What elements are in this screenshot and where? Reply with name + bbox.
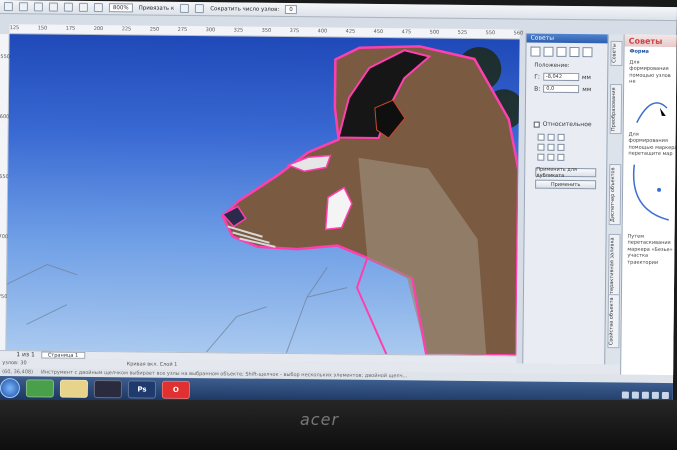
anchor-left[interactable] [537,143,545,151]
reduce-nodes-label: Сократить число узлов: [210,5,280,13]
tips-text-2: Для формирования помощью маркера перетащ… [628,131,677,158]
tips-text-1: Для формирования помощью узлов не [629,59,671,85]
tab-object-properties[interactable]: Свойства объекта [607,294,620,349]
ruler-tick-label: 225 [121,26,132,33]
y-axis-label: В: [534,85,541,93]
redo-icon[interactable] [63,2,73,12]
chrome-icon[interactable] [25,379,55,398]
node-icon[interactable] [195,4,205,14]
anchor-top[interactable] [547,133,555,141]
ruler-tick-label: 200 [93,25,104,33]
import-icon[interactable] [78,2,88,12]
screen: 800% Привязать к Сократить число узлов: … [0,0,677,408]
ruler-tick-label: 250 [149,26,160,33]
kudu-tracing [6,45,520,356]
reduce-nodes-input[interactable]: 0 [285,4,297,15]
ruler-tick-label: 125 [9,25,20,32]
property-bar: 800% Привязать к Сократить число узлов: … [0,0,677,22]
relative-checkbox[interactable] [533,121,540,128]
tab-object-manager[interactable]: Диспетчер объектов [608,164,622,226]
tips-panel: Советы Форма Для формирования помощью уз… [620,34,677,376]
tips-section: Форма [629,48,649,55]
apply-duplicate-button[interactable]: Применить для дубликата [535,166,597,178]
transform-mode-icons [526,43,607,62]
undo-icon[interactable] [48,2,58,12]
ruler-tick-label: 500 [429,29,440,36]
ruler-tick-label: 350 [261,27,272,34]
opera-icon[interactable]: O [161,380,191,400]
scale-icon[interactable] [556,46,567,57]
cursor-coords: (60, 36,408) [2,369,34,376]
ruler-tick-label: 450 [373,28,384,36]
ruler-tick-label: 400 [317,28,328,35]
folder-icon[interactable] [59,379,89,398]
snap-dropdown[interactable]: Привязать к [139,5,175,11]
size-icon[interactable] [569,46,580,58]
relative-label: Относительное [542,120,592,129]
anchor-right[interactable] [557,143,565,151]
ruler-tick-label: 560 [513,30,524,37]
export-icon[interactable] [93,2,103,13]
x-position-input[interactable]: -8,042 [542,72,579,82]
ruler-tick-label: 150 [37,25,48,32]
ruler-tick-label: 300 [205,27,216,34]
tab-tips[interactable]: Советы [610,40,623,66]
object-info: Кривая вкл. Слой 1 [126,361,178,368]
anchor-center[interactable] [547,143,555,151]
transform-docker: Советы Положение: Г: -8,042 мм В: 0,0 мм… [522,33,608,365]
save-icon[interactable] [33,2,43,12]
tips-title: Советы [624,34,677,48]
x-axis-label: Г: [534,73,540,81]
unit-label: мм [582,85,592,93]
unit-label: мм [581,73,592,81]
node-count: узлов: 30 [2,360,27,367]
position-icon[interactable] [530,46,541,57]
tip-illustration-2 [632,164,669,221]
tip-illustration-1 [636,101,668,123]
ruler-tick-label: 475 [401,29,412,36]
drawing-canvas[interactable] [6,34,520,356]
anchor-bottom[interactable] [547,153,555,161]
tray-icon[interactable] [651,391,659,399]
anchor-grid [525,130,606,166]
tray-icon[interactable] [641,391,649,399]
ruler-tick-label: 275 [177,26,188,33]
y-position-input[interactable]: 0,0 [543,84,580,94]
tray-icon[interactable] [661,391,669,399]
monitor-brand-logo: acer [300,410,340,429]
anchor-bottom-left[interactable] [537,153,545,161]
open-icon[interactable] [18,2,28,12]
photoshop-icon[interactable]: Ps [127,380,157,399]
options-icon[interactable] [180,3,190,13]
ruler-tick-label: 375 [289,28,300,35]
ruler-tick-label: 550 [485,30,496,37]
apply-button[interactable]: Применить [535,179,597,190]
zoom-select[interactable]: 800% [108,3,133,13]
tab-transform[interactable]: Преобразования [609,84,623,135]
skew-icon[interactable] [582,47,593,58]
anchor-top-right[interactable] [557,133,565,141]
anchor-bottom-right[interactable] [557,153,565,161]
tips-text-3: Путем перетаскивания маркера «Безье» уча… [627,233,673,266]
anchor-top-left[interactable] [537,133,545,141]
rotate-icon[interactable] [543,46,554,57]
ruler-tick-label: 525 [457,29,468,36]
ruler-tick-label: 175 [65,25,76,32]
system-tray [621,391,673,399]
tray-icon[interactable] [621,391,629,399]
start-button[interactable] [0,378,21,399]
corel-icon[interactable] [93,380,123,399]
tray-icon[interactable] [631,391,639,399]
ruler-tick-label: 325 [233,27,244,34]
new-icon[interactable] [3,2,13,12]
ruler-tick-label: 425 [345,28,356,35]
